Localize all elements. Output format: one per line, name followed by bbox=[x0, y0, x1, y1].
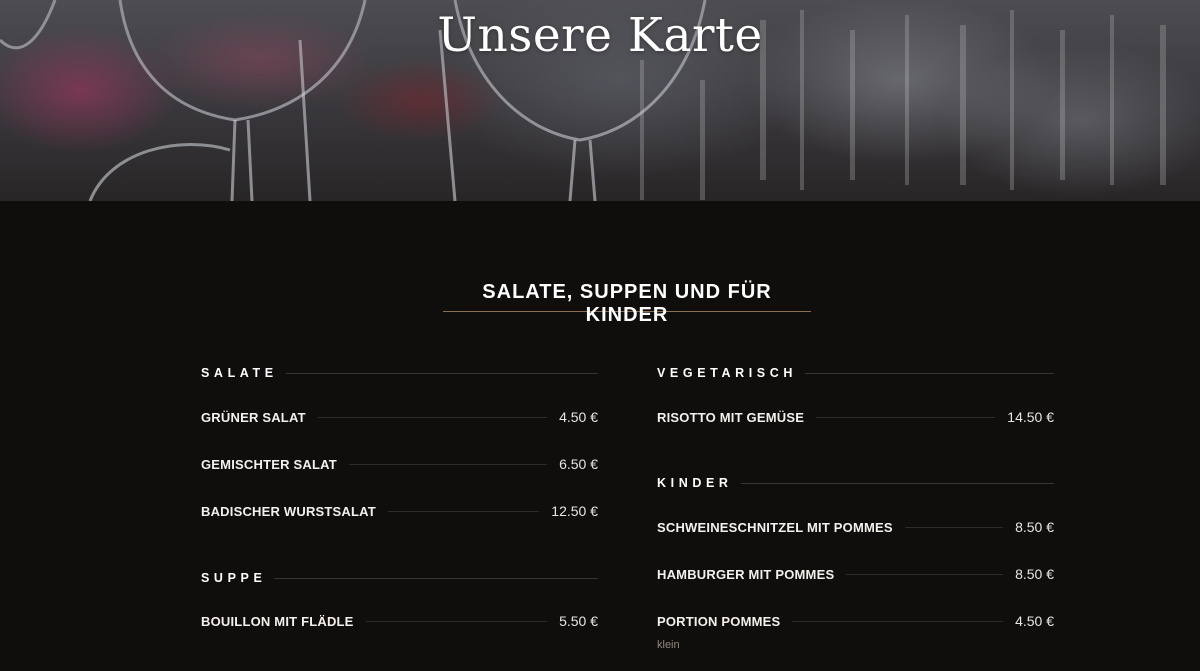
item-name: HAMBURGER MIT POMMES bbox=[657, 566, 835, 582]
item-price: 12.50 € bbox=[551, 503, 598, 519]
item-price: 5.50 € bbox=[559, 613, 598, 629]
menu-item: BOUILLON MIT FLÄDLE 5.50 € bbox=[201, 611, 598, 631]
item-price: 14.50 € bbox=[1007, 409, 1054, 425]
item-name: RISOTTO MIT GEMÜSE bbox=[657, 409, 805, 425]
page-title: Unsere Karte bbox=[437, 8, 763, 63]
item-price: 4.50 € bbox=[559, 409, 598, 425]
menu-item: PORTION POMMES 4.50 € bbox=[657, 611, 1054, 631]
item-dotted-line bbox=[846, 573, 1004, 575]
item-dotted-line bbox=[387, 510, 540, 512]
item-dotted-line bbox=[365, 620, 548, 622]
category-divider bbox=[804, 372, 1054, 374]
menu-item: HAMBURGER MIT POMMES 8.50 € bbox=[657, 564, 1054, 584]
item-note-row: klein bbox=[657, 633, 1054, 651]
item-name: GEMISCHTER SALAT bbox=[201, 456, 337, 472]
menu-item: GRÜNER SALAT 4.50 € bbox=[201, 407, 598, 427]
section-heading: SALATE, SUPPEN UND FÜR KINDER bbox=[443, 281, 811, 326]
category-divider bbox=[285, 372, 598, 374]
category-title: SALATE bbox=[201, 366, 278, 380]
category-title: VEGETARISCH bbox=[657, 366, 797, 380]
item-price: 8.50 € bbox=[1015, 566, 1054, 582]
item-name: SCHWEINESCHNITZEL MIT POMMES bbox=[657, 519, 893, 535]
category-title: KINDER bbox=[657, 476, 733, 490]
menu-item: BADISCHER WURSTSALAT 12.50 € bbox=[201, 501, 598, 521]
item-price: 4.50 € bbox=[1015, 613, 1054, 629]
menu-item: GEMISCHTER SALAT 6.50 € bbox=[201, 454, 598, 474]
item-dotted-line bbox=[904, 526, 1004, 528]
menu-item: RISOTTO MIT GEMÜSE 14.50 € bbox=[657, 407, 1054, 427]
item-dotted-line bbox=[317, 416, 548, 418]
category-divider bbox=[740, 482, 1054, 484]
item-name: GRÜNER SALAT bbox=[201, 409, 306, 425]
item-price: 8.50 € bbox=[1015, 519, 1054, 535]
item-dotted-line bbox=[792, 620, 1004, 622]
menu-item: SCHWEINESCHNITZEL MIT POMMES 8.50 € bbox=[657, 517, 1054, 537]
category-kinder: KINDER bbox=[657, 474, 1054, 492]
category-divider bbox=[274, 577, 598, 579]
item-note: klein bbox=[657, 639, 680, 651]
item-dotted-line bbox=[816, 416, 996, 418]
category-salate: SALATE bbox=[201, 364, 598, 382]
item-price: 6.50 € bbox=[559, 456, 598, 472]
hero-banner: Unsere Karte bbox=[0, 0, 1200, 201]
item-dotted-line bbox=[348, 463, 548, 465]
item-name: BOUILLON MIT FLÄDLE bbox=[201, 613, 354, 629]
item-name: BADISCHER WURSTSALAT bbox=[201, 503, 376, 519]
item-name: PORTION POMMES bbox=[657, 613, 781, 629]
category-title: SUPPE bbox=[201, 571, 267, 585]
category-vegetarisch: VEGETARISCH bbox=[657, 364, 1054, 382]
category-suppe: SUPPE bbox=[201, 569, 598, 587]
